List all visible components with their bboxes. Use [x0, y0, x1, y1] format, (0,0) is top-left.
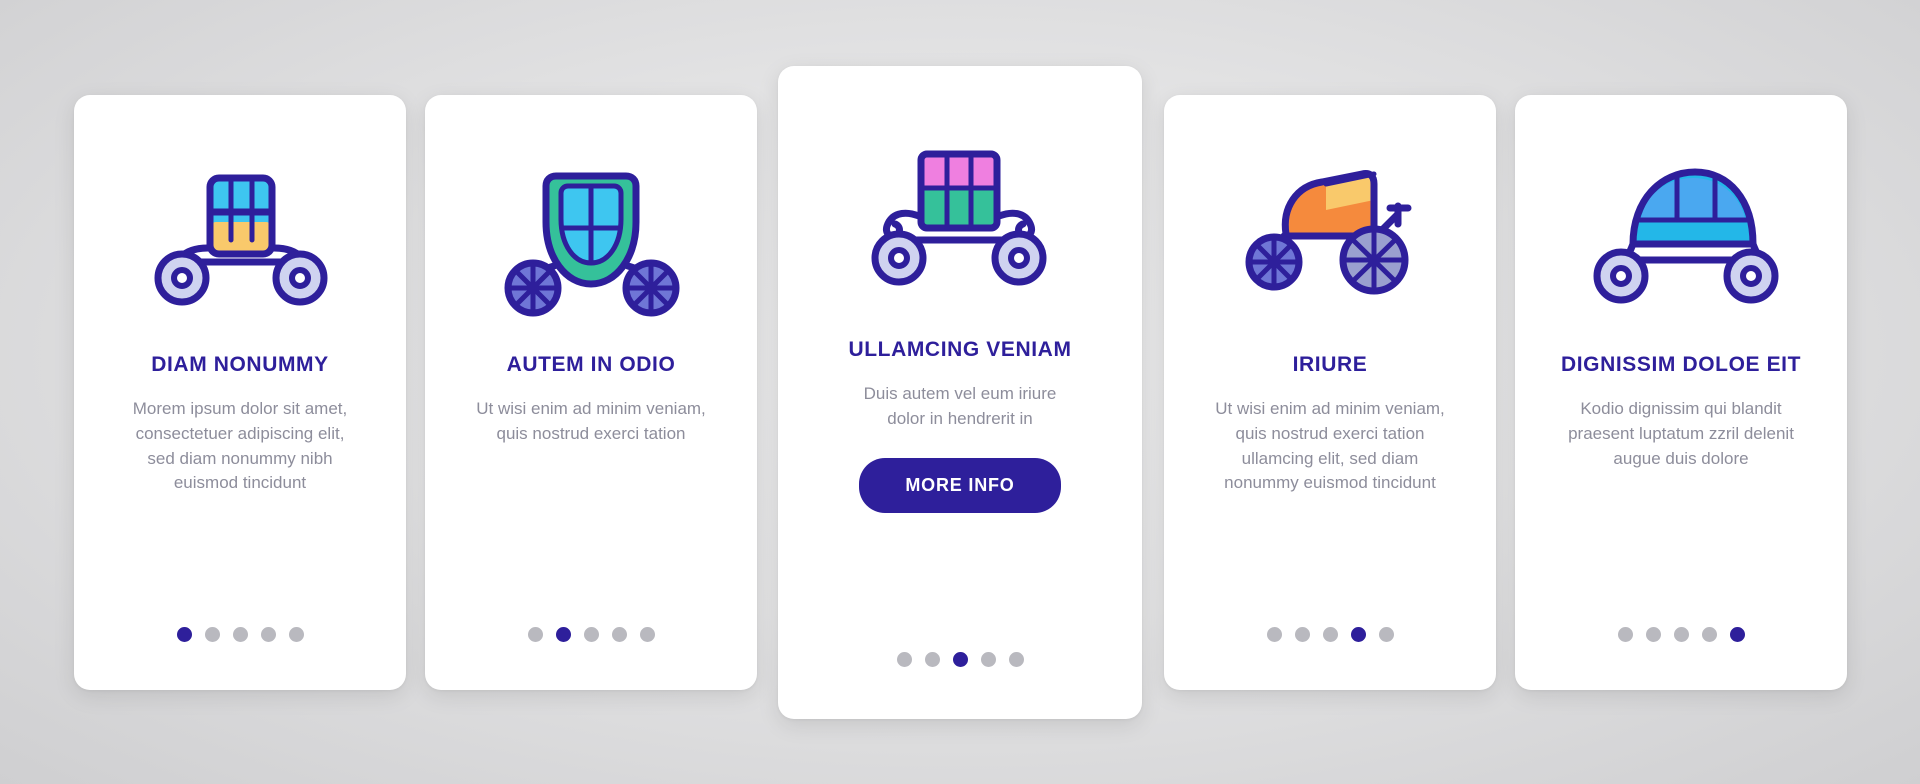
card-description: Morem ipsum dolor sit amet, consectetuer… — [132, 399, 348, 493]
dot-4[interactable] — [260, 627, 276, 642]
dot-4[interactable] — [611, 627, 627, 642]
dot-3[interactable] — [1673, 627, 1689, 642]
dot-5[interactable] — [1378, 627, 1394, 642]
pagination-dots[interactable] — [778, 652, 1142, 667]
onboarding-card-1[interactable]: DIAM NONUMMY Morem ipsum dolor sit amet,… — [74, 95, 406, 690]
dot-4[interactable] — [1350, 627, 1366, 642]
dot-5[interactable] — [288, 627, 304, 642]
dot-5[interactable] — [639, 627, 655, 642]
card-title: AUTEM IN ODIO — [506, 353, 676, 376]
carriage-cabin-icon — [425, 95, 757, 345]
dot-3[interactable] — [232, 627, 248, 642]
dot-5[interactable] — [1008, 652, 1024, 667]
carriage-icon — [74, 95, 406, 345]
pagination-dots[interactable] — [74, 627, 406, 642]
onboarding-card-3[interactable]: ULLAMCING VENIAM Duis autem vel eum iriu… — [778, 66, 1142, 719]
rickshaw-icon — [1164, 95, 1496, 345]
more-info-button[interactable]: MORE INFO — [859, 457, 1061, 513]
dot-4[interactable] — [1701, 627, 1717, 642]
card-title: DIGNISSIM DOLOE EIT — [1560, 353, 1802, 376]
pagination-dots[interactable] — [425, 627, 757, 642]
onboarding-card-4[interactable]: IRIURE Ut wisi enim ad minim veniam, qui… — [1164, 95, 1496, 690]
onboarding-card-2[interactable]: AUTEM IN ODIO Ut wisi enim ad minim veni… — [425, 95, 757, 690]
pagination-dots[interactable] — [1164, 627, 1496, 642]
card-description: Ut wisi enim ad minim veniam, quis nostr… — [1215, 399, 1445, 493]
card-title: DIAM NONUMMY — [151, 353, 329, 376]
carriage-round-icon — [1515, 95, 1847, 345]
pagination-dots[interactable] — [1515, 627, 1847, 642]
dot-3[interactable] — [1322, 627, 1338, 642]
dot-3[interactable] — [583, 627, 599, 642]
dot-2[interactable] — [1645, 627, 1661, 642]
dot-1[interactable] — [1266, 627, 1282, 642]
dot-3[interactable] — [952, 652, 968, 667]
onboarding-screens-stage: DIAM NONUMMY Morem ipsum dolor sit amet,… — [0, 0, 1920, 784]
card-title: IRIURE — [1292, 353, 1368, 376]
card-description: Duis autem vel eum iriure dolor in hendr… — [863, 384, 1057, 428]
dot-2[interactable] — [555, 627, 571, 642]
dot-4[interactable] — [980, 652, 996, 667]
dot-1[interactable] — [527, 627, 543, 642]
dot-1[interactable] — [896, 652, 912, 667]
dot-2[interactable] — [924, 652, 940, 667]
dot-5[interactable] — [1729, 627, 1745, 642]
dot-1[interactable] — [1617, 627, 1633, 642]
dot-2[interactable] — [204, 627, 220, 642]
dot-2[interactable] — [1294, 627, 1310, 642]
onboarding-card-5[interactable]: DIGNISSIM DOLOE EIT Kodio dignissim qui … — [1515, 95, 1847, 690]
carriage-open-icon — [778, 66, 1142, 334]
card-description: Kodio dignissim qui blandit praesent lup… — [1568, 399, 1794, 468]
dot-1[interactable] — [176, 627, 192, 642]
card-title: ULLAMCING VENIAM — [848, 338, 1072, 361]
card-description: Ut wisi enim ad minim veniam, quis nostr… — [476, 399, 706, 443]
